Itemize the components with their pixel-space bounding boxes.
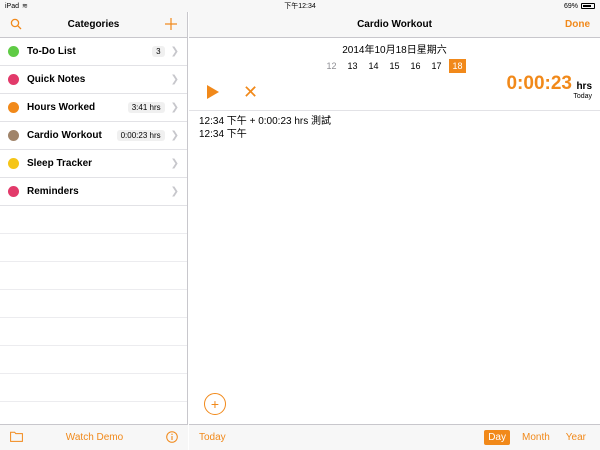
- chevron-right-icon: ❯: [170, 102, 179, 113]
- category-item-cardio-workout[interactable]: Cardio Workout 0:00:23 hrs ❯: [0, 122, 187, 150]
- category-color-dot: [8, 186, 19, 197]
- category-badge: 3: [152, 46, 165, 57]
- timer-unit: hrs: [576, 81, 592, 92]
- chevron-right-icon: ❯: [170, 130, 179, 141]
- category-item-sleep-tracker[interactable]: Sleep Tracker ❯: [0, 150, 187, 178]
- chevron-right-icon: ❯: [170, 158, 179, 169]
- category-color-dot: [8, 158, 19, 169]
- play-icon[interactable]: [207, 84, 219, 99]
- day-selector: 12 13 14 15 16 17 18: [189, 59, 600, 73]
- log-entry: 12:34 下午: [199, 129, 247, 140]
- categories-pane: Categories To-Do List 3 ❯ Quick Notes ❯ …: [0, 12, 188, 450]
- device-label: iPad: [5, 2, 20, 10]
- category-label: Hours Worked: [27, 102, 96, 113]
- log-entry: 12:34 下午 + 0:00:23 hrs 測試: [199, 116, 332, 127]
- folder-icon[interactable]: [10, 431, 23, 444]
- empty-row: [0, 290, 187, 318]
- year-tab[interactable]: Year: [562, 430, 590, 445]
- category-item-todo-list[interactable]: To-Do List 3 ❯: [0, 38, 187, 66]
- add-category-icon[interactable]: [165, 17, 177, 32]
- category-item-quick-notes[interactable]: Quick Notes ❯: [0, 66, 187, 94]
- chevron-right-icon: ❯: [170, 74, 179, 85]
- done-button[interactable]: Done: [565, 19, 590, 30]
- watch-demo-button[interactable]: Watch Demo: [66, 432, 123, 443]
- entry-log: 12:34 下午 + 0:00:23 hrs 測試 12:34 下午: [189, 111, 600, 145]
- date-header: 2014年10月18日星期六: [342, 45, 447, 56]
- status-bar: iPad ≋ 下午12:34 69%: [0, 0, 600, 12]
- category-badge: 0:00:23 hrs: [116, 130, 165, 141]
- day-17[interactable]: 17: [428, 59, 445, 73]
- category-item-hours-worked[interactable]: Hours Worked 3:41 hrs ❯: [0, 94, 187, 122]
- add-entry-icon[interactable]: +: [204, 393, 226, 415]
- wifi-icon: ≋: [22, 3, 28, 10]
- day-16[interactable]: 16: [407, 59, 424, 73]
- range-segmented-control: Day Month Year: [484, 430, 590, 445]
- category-color-dot: [8, 74, 19, 85]
- day-18-selected[interactable]: 18: [449, 59, 466, 73]
- category-item-reminders[interactable]: Reminders ❯: [0, 178, 187, 206]
- timer-value: 0:00:23: [506, 73, 572, 94]
- category-badge: 3:41 hrs: [127, 102, 165, 113]
- status-time: 下午12:34: [284, 3, 316, 10]
- category-label: To-Do List: [27, 46, 76, 57]
- category-color-dot: [8, 102, 19, 113]
- category-color-dot: [8, 46, 19, 57]
- empty-row: [0, 262, 187, 290]
- detail-nav-bar: Cardio Workout Done: [189, 12, 600, 38]
- info-icon[interactable]: [166, 430, 178, 445]
- day-tab[interactable]: Day: [484, 430, 510, 445]
- category-label: Sleep Tracker: [27, 158, 93, 169]
- search-icon[interactable]: [10, 18, 22, 32]
- categories-nav-bar: Categories: [0, 12, 187, 38]
- empty-row: [0, 374, 187, 402]
- battery-percent: 69%: [564, 2, 579, 10]
- category-label: Cardio Workout: [27, 130, 102, 141]
- day-12[interactable]: 12: [323, 59, 340, 73]
- empty-row: [0, 206, 187, 234]
- empty-row: [0, 346, 187, 374]
- battery-icon: [581, 3, 596, 9]
- day-15[interactable]: 15: [386, 59, 403, 73]
- empty-row: [0, 234, 187, 262]
- category-label: Reminders: [27, 186, 79, 197]
- detail-title: Cardio Workout: [357, 19, 432, 30]
- category-color-dot: [8, 130, 19, 141]
- day-14[interactable]: 14: [365, 59, 382, 73]
- category-label: Quick Notes: [27, 74, 86, 85]
- timer-display: 0:00:23 hrs Today: [506, 73, 592, 100]
- day-13[interactable]: 13: [344, 59, 361, 73]
- month-tab[interactable]: Month: [518, 430, 554, 445]
- close-icon[interactable]: ✕: [243, 83, 258, 101]
- detail-toolbar: Today Day Month Year: [189, 424, 600, 450]
- timer-controls: ✕ 0:00:23 hrs Today: [189, 73, 600, 111]
- empty-row: [0, 318, 187, 346]
- detail-pane: Cardio Workout Done 2014年10月18日星期六 12 13…: [189, 12, 600, 450]
- chevron-right-icon: ❯: [170, 186, 179, 197]
- category-list: To-Do List 3 ❯ Quick Notes ❯ Hours Worke…: [0, 38, 187, 402]
- today-button[interactable]: Today: [199, 432, 226, 443]
- categories-toolbar: Watch Demo: [0, 424, 188, 450]
- chevron-right-icon: ❯: [170, 46, 179, 57]
- categories-title: Categories: [67, 19, 120, 30]
